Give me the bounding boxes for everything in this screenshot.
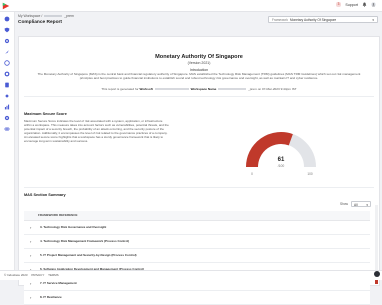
row-label: 8. IT Resilience	[40, 295, 62, 299]
footer-terms-link[interactable]: TERMS	[48, 273, 59, 277]
sidebar-link-icon[interactable]	[4, 126, 10, 132]
generated-line: This report is generated for Worksoft Wo…	[19, 87, 379, 91]
divider	[24, 96, 374, 97]
breadcrumb-workspace-suffix[interactable]: _prem	[64, 14, 74, 18]
footer-privacy-link[interactable]: PRIVACY	[31, 273, 44, 277]
gauge-min-tick: 0	[251, 172, 253, 176]
show-select[interactable]: All ▾	[351, 201, 371, 207]
gauge-fill	[246, 132, 293, 168]
chevron-right-icon[interactable]: ›	[30, 221, 31, 234]
table-row[interactable]: › 8. IT Resilience	[24, 291, 370, 305]
support-label[interactable]: Support	[345, 3, 358, 7]
generated-masked-org	[154, 88, 189, 91]
score-title: Maximum Secure Score	[24, 112, 67, 116]
app-logo-icon[interactable]	[2, 2, 10, 10]
intro-text: The Monetary Authority of Singapore (MAS…	[37, 72, 361, 81]
show-filter: Show All ▾	[340, 201, 371, 207]
table-row[interactable]: › 4. Technology Risk Management Framework…	[24, 235, 370, 249]
sidebar-scan-icon[interactable]	[4, 60, 10, 66]
generated-prefix: This report is generated for	[101, 87, 139, 91]
chevron-down-icon: ▾	[372, 18, 374, 22]
sidebar-rocket-icon[interactable]	[4, 49, 10, 55]
breadcrumb-masked-name	[44, 14, 63, 18]
chevron-right-icon[interactable]: ›	[30, 291, 31, 304]
score-description: Maximum Secure Score indicates the level…	[24, 119, 169, 144]
gauge-score-max: /100	[278, 164, 285, 168]
secure-score-gauge: 61 /100 0 100	[246, 132, 316, 176]
gauge-max-tick: 100	[307, 172, 313, 176]
chat-widget-icon[interactable]	[374, 271, 380, 277]
generated-masked-workspace	[218, 88, 247, 91]
sidebar-target-icon[interactable]	[4, 71, 10, 77]
report-version: (Version 2021)	[187, 61, 211, 65]
column-header-framework-reference: FRAMEWORK REFERENCE	[38, 213, 78, 217]
report-card: Monetary Authority Of Singapore (Version…	[18, 36, 380, 305]
table-header: FRAMEWORK REFERENCE	[24, 211, 370, 221]
summary-title: MAS Section Summary	[24, 193, 66, 197]
breadcrumb-workspace[interactable]: My Workspace	[18, 14, 40, 18]
notification-bell-icon[interactable]	[362, 2, 367, 7]
support-badge[interactable]: 3	[335, 2, 342, 7]
sidebar-api-icon[interactable]	[4, 93, 10, 99]
divider	[24, 187, 374, 188]
framework-select-value: Monetary Authority Of Singapore	[289, 18, 337, 22]
table-row[interactable]: › 5. IT Project Management and Security-b…	[24, 249, 370, 263]
row-label: 5. IT Project Management and Security-by…	[40, 253, 137, 257]
top-bar: 3 Support	[0, 0, 382, 12]
framework-select-label: Framework	[272, 18, 288, 22]
show-select-value: All	[354, 203, 358, 207]
footer-copyright: © Indusface 2023	[4, 273, 28, 277]
sidebar-shield-icon[interactable]	[4, 27, 10, 33]
user-avatar-icon[interactable]	[371, 2, 376, 7]
framework-select[interactable]: Framework Monetary Authority Of Singapore…	[268, 16, 378, 23]
chevron-right-icon[interactable]: ›	[30, 249, 31, 262]
show-label: Show	[340, 202, 348, 206]
generated-org: Worksoft	[139, 87, 153, 91]
sidebar-dashboard-icon[interactable]	[4, 16, 10, 22]
sidebar-compliance-icon[interactable]	[4, 82, 10, 88]
sidebar	[0, 12, 15, 270]
sidebar-settings-icon[interactable]	[4, 115, 10, 121]
sidebar-bug-icon[interactable]	[4, 38, 10, 44]
gauge-score-value: 61	[278, 157, 285, 163]
chevron-right-icon[interactable]: ›	[30, 235, 31, 248]
chevron-down-icon: ▾	[366, 203, 368, 207]
generated-suffix: _prem on 07-Mar-2023 9:44pm IST	[248, 87, 297, 91]
top-right-tools: 3 Support	[335, 2, 376, 7]
report-title: Monetary Authority Of Singapore	[155, 54, 243, 60]
row-label: 3. Technology Risk Governance and Oversi…	[40, 225, 107, 229]
main-content: My Workspace / _prem Compliance Report F…	[18, 14, 380, 305]
row-label: 4. Technology Risk Management Framework …	[40, 239, 130, 243]
table-row[interactable]: › 3. Technology Risk Governance and Overs…	[24, 221, 370, 235]
sidebar-analytics-icon[interactable]	[4, 104, 10, 110]
generated-workspace-label: Workspace Name	[190, 87, 217, 91]
